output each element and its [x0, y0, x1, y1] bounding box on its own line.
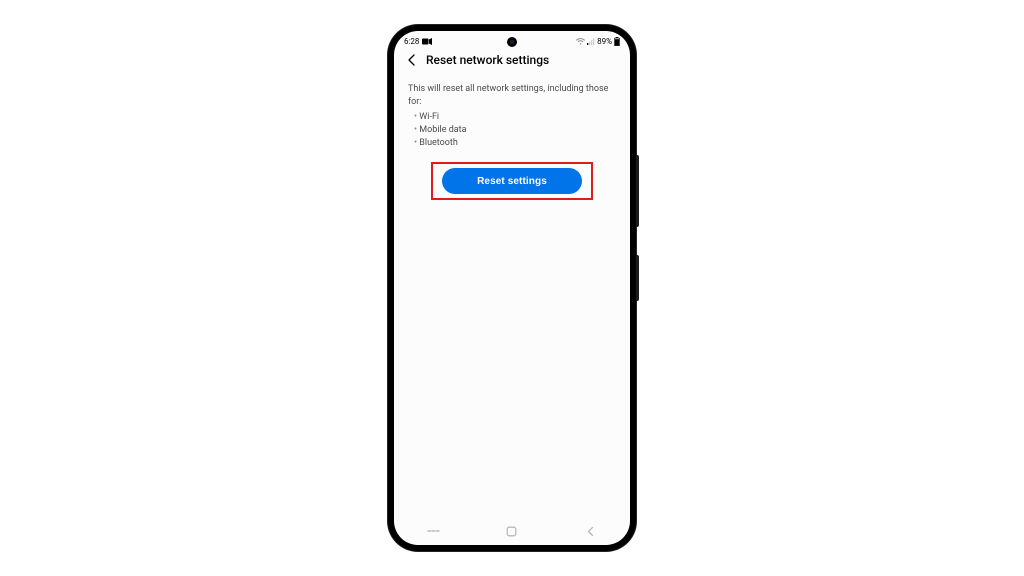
battery-percentage: 89% [597, 37, 612, 46]
list-item: Mobile data [414, 124, 616, 137]
page-title: Reset network settings [426, 53, 549, 67]
home-button[interactable] [505, 524, 519, 538]
reset-items-list: Wi-Fi Mobile data Bluetooth [408, 111, 616, 150]
camera-cutout [507, 37, 517, 47]
intro-text: This will reset all network settings, in… [408, 83, 616, 109]
back-button[interactable] [584, 524, 598, 538]
list-item: Bluetooth [414, 137, 616, 150]
list-item: Wi-Fi [414, 111, 616, 124]
screen: 6:28 89% R [394, 31, 630, 545]
signal-icon [587, 38, 595, 45]
status-time: 6:28 [404, 37, 419, 46]
content-area: This will reset all network settings, in… [394, 73, 630, 517]
recents-button[interactable] [426, 524, 440, 538]
page-header: Reset network settings [394, 51, 630, 73]
volume-button[interactable] [636, 155, 639, 227]
phone-frame: 6:28 89% R [388, 25, 636, 551]
power-button[interactable] [636, 255, 639, 301]
reset-settings-button[interactable]: Reset settings [442, 168, 582, 194]
wifi-icon [576, 38, 585, 45]
back-icon[interactable] [406, 54, 418, 66]
highlight-annotation: Reset settings [431, 162, 593, 200]
video-indicator-icon [422, 38, 432, 45]
navigation-bar [394, 517, 630, 545]
battery-icon [614, 37, 620, 46]
